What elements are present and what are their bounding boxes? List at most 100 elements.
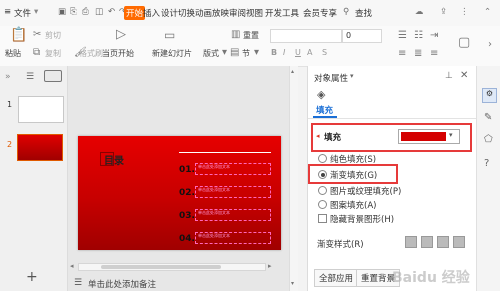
slide-thumbnail-1[interactable] [18, 96, 64, 123]
print-icon[interactable]: ⎙ [82, 7, 89, 17]
toc-text[interactable]: 单击此处添加文本 [195, 186, 271, 198]
new-slide-button[interactable]: 新建幻灯片 [152, 48, 192, 59]
indent-icon[interactable]: ⇥ [430, 31, 438, 41]
pattern-fill-option[interactable]: 图案填充(A) [318, 199, 376, 211]
menu-icon[interactable]: ≡ [4, 7, 11, 17]
add-slide-icon[interactable]: + [26, 269, 38, 285]
paste-icon[interactable]: 📋 [10, 28, 27, 42]
help-icon[interactable]: ? [484, 158, 489, 169]
linear-gradient-icon[interactable] [405, 236, 417, 248]
search-icon[interactable]: ⚲ [343, 7, 349, 17]
slide-view-icon[interactable] [44, 70, 62, 82]
preview-icon[interactable]: ◫ [95, 7, 103, 17]
align-center-icon[interactable]: ≣ [414, 49, 422, 59]
rectangular-gradient-icon[interactable] [437, 236, 449, 248]
radio-icon[interactable] [318, 154, 327, 163]
tab-insert[interactable]: 插入 [143, 7, 160, 19]
checkbox-icon[interactable] [318, 214, 327, 223]
search-label[interactable]: 查找 [355, 7, 372, 19]
align-right-icon[interactable]: ≡ [430, 49, 438, 59]
strikethrough-button[interactable]: S [322, 48, 327, 57]
vertical-scrollbar[interactable]: ▴ ▾ [289, 66, 298, 291]
export-icon[interactable]: ⎘ [70, 7, 77, 17]
radial-gradient-icon[interactable] [421, 236, 433, 248]
play-icon[interactable]: ▷ [116, 28, 126, 41]
font-size-input[interactable]: 0 [342, 29, 382, 43]
file-menu[interactable]: 文件 [14, 7, 31, 19]
close-icon[interactable]: ✕ [460, 70, 468, 81]
share-icon[interactable]: ⇪ [440, 7, 447, 17]
tab-transition[interactable]: 切换 [178, 7, 195, 19]
new-slide-icon[interactable]: ▭ [164, 29, 175, 41]
font-name-input[interactable] [270, 29, 342, 43]
copy-button[interactable]: 复制 [45, 48, 61, 59]
properties-icon[interactable]: ⚙ [482, 88, 497, 103]
scroll-left-icon[interactable]: ◂ [70, 262, 74, 270]
cut-button[interactable]: 剪切 [45, 30, 61, 41]
slide-title[interactable]: 目录 [104, 152, 124, 167]
section-chevron-icon[interactable]: ▾ [254, 48, 259, 58]
toc-item[interactable]: 03. 单击此处添加文本 [179, 209, 271, 221]
underline-button[interactable]: U [295, 48, 301, 57]
tab-developer[interactable]: 开发工具 [265, 7, 299, 19]
shape-icon[interactable]: ⬠ [484, 134, 493, 145]
layout-chevron-icon[interactable]: ▾ [222, 48, 227, 58]
collapse-ribbon-icon[interactable]: ⌃ [484, 7, 491, 17]
bullet-list-icon[interactable]: ☰ [398, 31, 407, 41]
outline-view-icon[interactable]: ☰ [26, 72, 34, 82]
format-painter-button[interactable]: 格式刷 [79, 48, 103, 59]
scroll-up-icon[interactable]: ▴ [291, 68, 294, 75]
layout-button[interactable]: 版式 [203, 48, 219, 59]
tab-home[interactable]: 开始 [124, 6, 146, 20]
toc-item[interactable]: 02. 单击此处添加文本 [179, 186, 271, 198]
apply-all-button[interactable]: 全部应用 [314, 269, 359, 287]
save-icon[interactable]: ▣ [58, 7, 66, 17]
brush-icon[interactable]: ✎ [484, 112, 492, 123]
slide[interactable]: 目录 01. 单击此处添加文本 02. 单击此处添加文本 03. 单击此处添加文… [78, 136, 281, 250]
tab-fill[interactable]: 填充 [316, 104, 333, 116]
font-color-button[interactable]: A [307, 48, 312, 57]
from-current-button[interactable]: 当页开始 [102, 48, 134, 59]
horizontal-scrollbar[interactable] [78, 263, 266, 271]
radio-selected-icon[interactable] [318, 170, 327, 179]
reset-button[interactable]: 重置 [243, 30, 259, 41]
slide-thumbnail-2[interactable] [17, 134, 63, 161]
tab-slideshow[interactable]: 放映 [212, 7, 229, 19]
notes-placeholder[interactable]: 单击此处添加备注 [88, 278, 156, 290]
path-gradient-icon[interactable] [453, 236, 465, 248]
tab-member[interactable]: 会员专享 [303, 7, 337, 19]
radio-icon[interactable] [318, 186, 327, 195]
file-chevron-icon[interactable]: ▾ [34, 7, 38, 17]
radio-icon[interactable] [318, 200, 327, 209]
cloud-icon[interactable]: ☁ [415, 7, 424, 17]
italic-button[interactable]: I [283, 48, 285, 57]
section-icon[interactable]: ▤ [230, 48, 239, 58]
ribbon-scroll-icon[interactable]: › [488, 40, 492, 50]
picture-fill-option[interactable]: 图片或纹理填充(P) [318, 185, 401, 197]
tab-animation[interactable]: 动画 [195, 7, 212, 19]
reset-icon[interactable]: ▥ [231, 30, 240, 40]
toc-text[interactable]: 单击此处添加文本 [195, 163, 271, 175]
align-left-icon[interactable]: ≡ [398, 49, 406, 59]
panel-title-chevron-icon[interactable]: ▾ [350, 72, 354, 80]
more-icon[interactable]: ⋮ [460, 7, 469, 17]
fill-collapse-icon[interactable]: ◂ [316, 132, 320, 140]
scrollbar-thumb[interactable] [101, 265, 221, 269]
fill-bucket-icon[interactable]: ◈ [317, 88, 325, 101]
bold-button[interactable]: B [271, 48, 277, 57]
tab-design[interactable]: 设计 [161, 7, 178, 19]
tab-view[interactable]: 视图 [246, 7, 263, 19]
scroll-down-icon[interactable]: ▾ [291, 280, 294, 287]
scroll-right-icon[interactable]: ▸ [268, 262, 272, 270]
undo-icon[interactable]: ↶ [108, 7, 115, 17]
fill-color-dropdown[interactable]: ▾ [398, 129, 460, 144]
numbered-list-icon[interactable]: ☷ [414, 31, 423, 41]
toc-item[interactable]: 01. 单击此处添加文本 [179, 163, 271, 175]
gradient-fill-option[interactable]: 渐变填充(G) [318, 169, 377, 181]
tab-review[interactable]: 审阅 [229, 7, 246, 19]
toc-text[interactable]: 单击此处添加文本 [195, 232, 271, 244]
expand-panel-icon[interactable]: » [5, 72, 11, 82]
paste-button[interactable]: 粘贴 [5, 48, 21, 59]
pin-icon[interactable]: ⊥ [445, 71, 453, 81]
fill-dropdown-chevron-icon[interactable]: ▾ [449, 131, 453, 139]
